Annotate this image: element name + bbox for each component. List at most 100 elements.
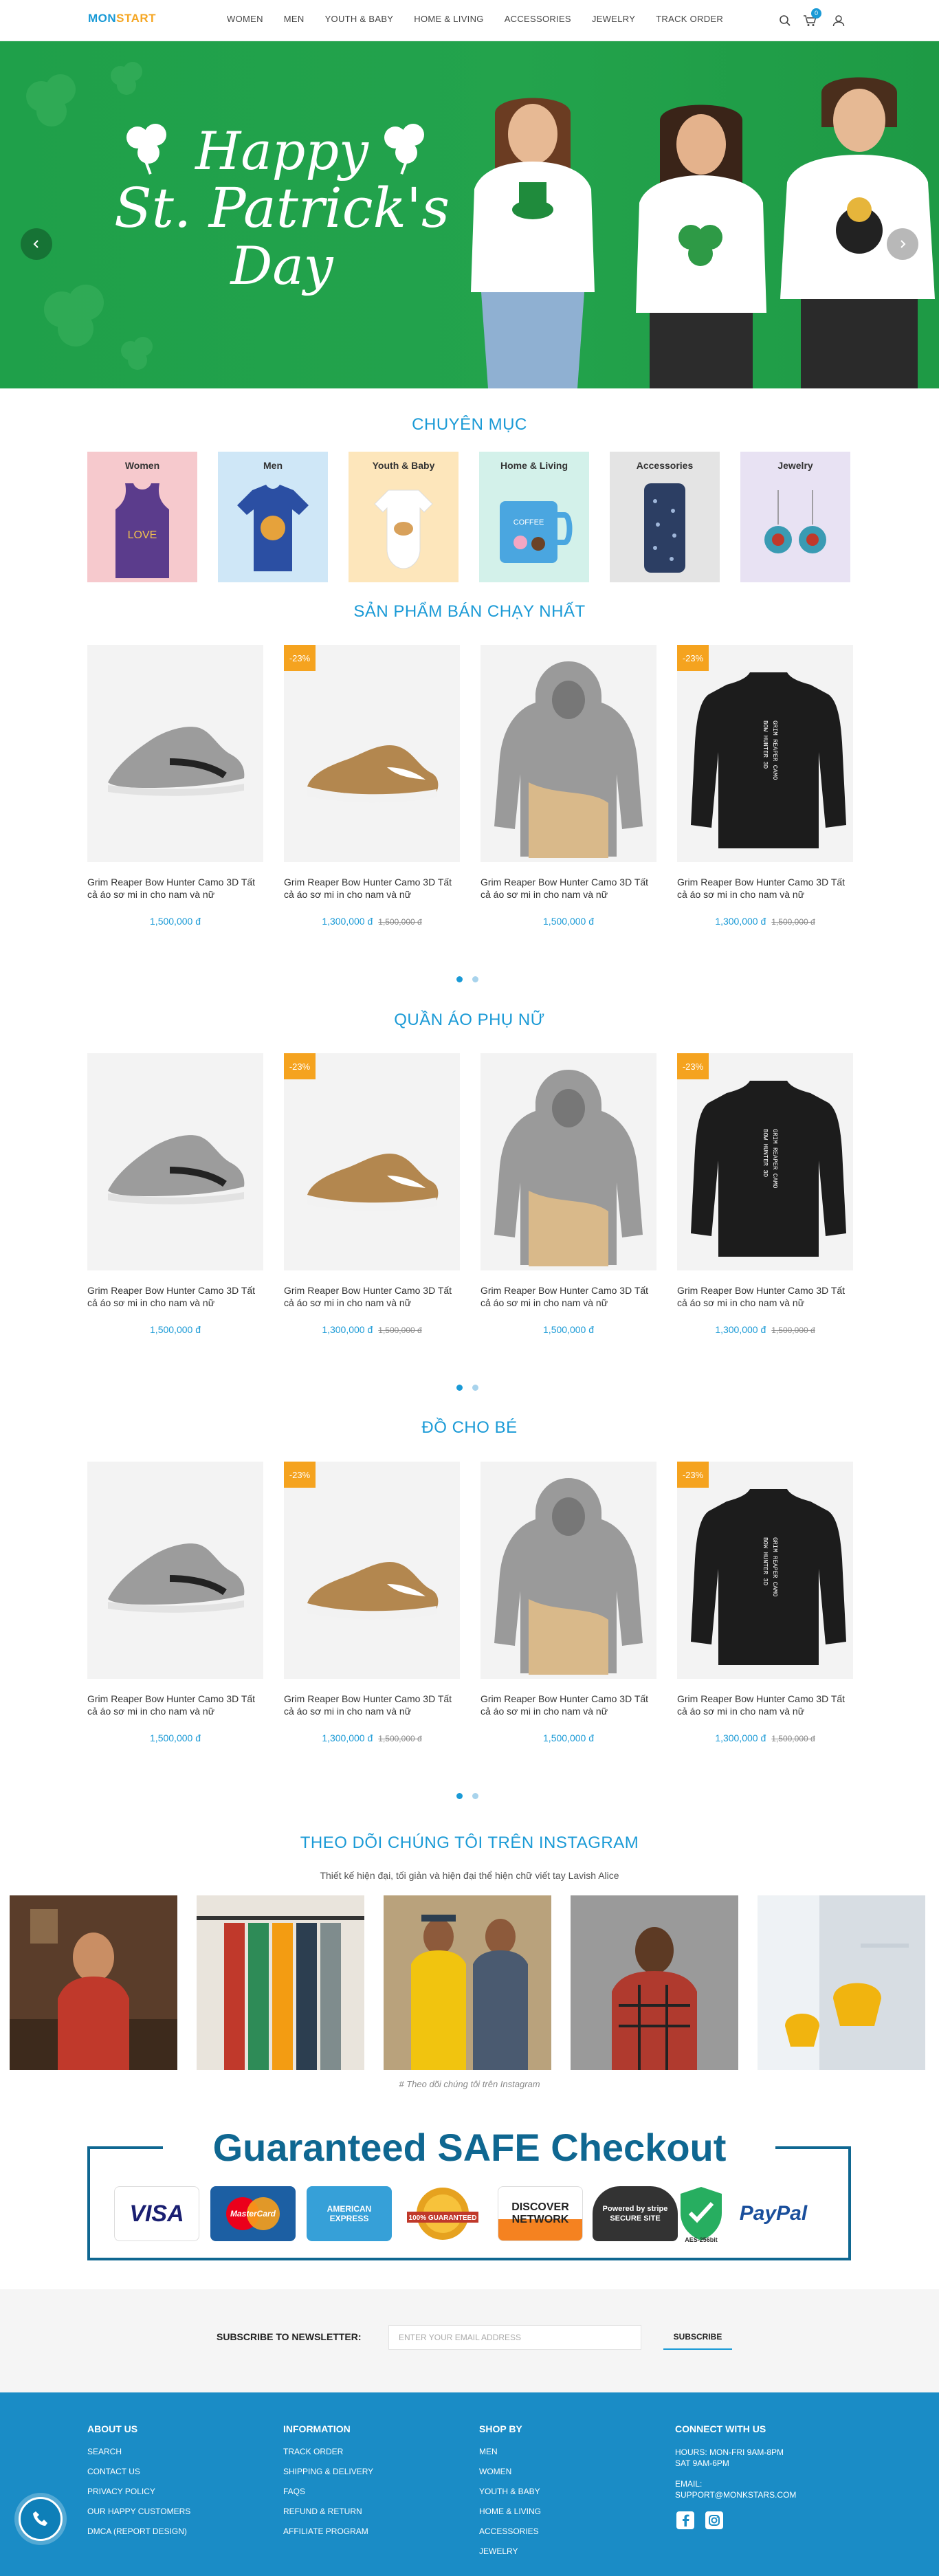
product-name[interactable]: Grim Reaper Bow Hunter Camo 3D Tất cả áo…	[480, 1693, 656, 1717]
facebook-icon[interactable]	[675, 2510, 696, 2531]
model-woman-1	[471, 98, 595, 388]
product-image[interactable]: GRIM REAPER CAMO BOW HUNTER 3D -23%	[677, 1462, 853, 1679]
carousel-dot[interactable]	[472, 1793, 478, 1799]
tshirt-image	[237, 485, 309, 571]
footer-link-refund[interactable]: REFUND & RETURN	[283, 2507, 373, 2516]
nav-jewelry[interactable]: JEWELRY	[592, 14, 635, 24]
product-card[interactable]: Grim Reaper Bow Hunter Camo 3D Tất cả áo…	[87, 1462, 263, 1743]
product-name[interactable]: Grim Reaper Bow Hunter Camo 3D Tất cả áo…	[677, 1284, 853, 1309]
product-image[interactable]: -23%	[284, 1462, 460, 1679]
product-image[interactable]	[87, 1462, 263, 1679]
carousel-dot-active[interactable]	[456, 1793, 463, 1799]
product-name[interactable]: Grim Reaper Bow Hunter Camo 3D Tất cả áo…	[480, 876, 656, 901]
old-price: 1,500,000 đ	[378, 1734, 422, 1743]
footer-link-youth-baby[interactable]: YOUTH & BABY	[479, 2487, 541, 2496]
product-card[interactable]: Grim Reaper Bow Hunter Camo 3D Tất cả áo…	[480, 1462, 656, 1743]
instagram-photo[interactable]	[571, 1895, 738, 2070]
hero-prev-arrow[interactable]	[21, 228, 52, 260]
instagram-photo[interactable]	[197, 1895, 364, 2070]
nav-home-living[interactable]: HOME & LIVING	[414, 14, 483, 24]
product-image[interactable]	[480, 645, 656, 862]
nav-youth-baby[interactable]: YOUTH & BABY	[325, 14, 394, 24]
carousel-dot-active[interactable]	[456, 976, 463, 982]
footer-link-track-order[interactable]: TRACK ORDER	[283, 2447, 373, 2456]
carousel-dot[interactable]	[472, 976, 478, 982]
instagram-photo[interactable]	[758, 1895, 925, 2070]
category-women[interactable]: Women LOVE	[87, 452, 197, 582]
page: MONSTART WOMEN MEN YOUTH & BABY HOME & L…	[0, 0, 939, 2576]
nav-women[interactable]: WOMEN	[227, 14, 263, 24]
nav-accessories[interactable]: ACCESSORIES	[505, 14, 571, 24]
category-home-living[interactable]: Home & Living COFFEE	[479, 452, 589, 582]
hero-next-arrow[interactable]	[887, 228, 918, 260]
footer-link-dmca[interactable]: DMCA (REPORT DESIGN)	[87, 2527, 190, 2536]
newsletter-label: SUBSCRIBE TO NEWSLETTER:	[217, 2331, 362, 2342]
current-price: 1,300,000 đ	[322, 1324, 373, 1335]
product-name[interactable]: Grim Reaper Bow Hunter Camo 3D Tất cả áo…	[284, 1284, 460, 1309]
category-jewelry[interactable]: Jewelry	[740, 452, 850, 582]
product-card[interactable]: -23% Grim Reaper Bow Hunter Camo 3D Tất c…	[284, 1462, 460, 1743]
instagram-photo[interactable]	[384, 1895, 551, 2070]
product-image[interactable]: GRIM REAPER CAMO BOW HUNTER 3D -23%	[677, 1053, 853, 1270]
nav-track-order[interactable]: TRACK ORDER	[656, 14, 723, 24]
product-card[interactable]: -23% Grim Reaper Bow Hunter Camo 3D Tất c…	[284, 645, 460, 927]
instagram-photo[interactable]	[10, 1895, 177, 2070]
instagram-icon[interactable]	[704, 2510, 725, 2531]
product-card[interactable]: -23% Grim Reaper Bow Hunter Camo 3D Tất c…	[284, 1053, 460, 1335]
product-image[interactable]	[87, 1053, 263, 1270]
current-price: 1,500,000 đ	[150, 1732, 201, 1743]
footer-link-privacy[interactable]: PRIVACY POLICY	[87, 2487, 190, 2496]
footer-link-accessories[interactable]: ACCESSORIES	[479, 2527, 541, 2536]
product-image[interactable]: GRIM REAPER CAMO BOW HUNTER 3D -23%	[677, 645, 853, 862]
category-youth-baby[interactable]: Youth & Baby	[349, 452, 459, 582]
user-icon[interactable]	[829, 11, 848, 30]
subscribe-button[interactable]: SUBSCRIBE	[663, 2325, 732, 2350]
product-name[interactable]: Grim Reaper Bow Hunter Camo 3D Tất cả áo…	[480, 1284, 656, 1309]
category-accessories[interactable]: Accessories	[610, 452, 720, 582]
product-image[interactable]	[480, 1053, 656, 1270]
product-image[interactable]	[480, 1462, 656, 1679]
cart-icon[interactable]: 0	[800, 8, 821, 30]
svg-text:GRIM REAPER CAMO: GRIM REAPER CAMO	[771, 1537, 778, 1596]
product-name[interactable]: Grim Reaper Bow Hunter Camo 3D Tất cả áo…	[677, 1693, 853, 1717]
footer-link-search[interactable]: SEARCH	[87, 2447, 190, 2456]
logo[interactable]: MONSTART	[88, 12, 156, 25]
product-name[interactable]: Grim Reaper Bow Hunter Camo 3D Tất cả áo…	[284, 876, 460, 901]
footer-link-jewelry[interactable]: JEWELRY	[479, 2546, 541, 2556]
phone-call-button[interactable]	[19, 2497, 63, 2541]
product-card[interactable]: Grim Reaper Bow Hunter Camo 3D Tất cả áo…	[87, 1053, 263, 1335]
product-card[interactable]: GRIM REAPER CAMO BOW HUNTER 3D -23% Grim Re…	[677, 1462, 853, 1743]
product-name[interactable]: Grim Reaper Bow Hunter Camo 3D Tất cả áo…	[87, 1284, 263, 1309]
product-card[interactable]: GRIM REAPER CAMO BOW HUNTER 3D -23% Grim Re…	[677, 1053, 853, 1335]
product-image[interactable]	[87, 645, 263, 862]
safe-checkout-title: Guaranteed SAFE Checkout	[212, 2126, 727, 2169]
nav-men[interactable]: MEN	[284, 14, 305, 24]
product-card[interactable]: Grim Reaper Bow Hunter Camo 3D Tất cả áo…	[480, 1053, 656, 1335]
carousel-dot[interactable]	[472, 1385, 478, 1391]
footer-link-contact[interactable]: CONTACT US	[87, 2467, 190, 2476]
footer-link-women[interactable]: WOMEN	[479, 2467, 541, 2476]
footer-link-faqs[interactable]: FAQS	[283, 2487, 373, 2496]
carousel-dot-active[interactable]	[456, 1385, 463, 1391]
footer-link-affiliate[interactable]: AFFILIATE PROGRAM	[283, 2527, 373, 2536]
product-price: 1,500,000 đ	[87, 1324, 263, 1335]
product-card[interactable]: Grim Reaper Bow Hunter Camo 3D Tất cả áo…	[480, 645, 656, 927]
footer-link-customers[interactable]: OUR HAPPY CUSTOMERS	[87, 2507, 190, 2516]
search-icon[interactable]	[775, 11, 795, 30]
product-name[interactable]: Grim Reaper Bow Hunter Camo 3D Tất cả áo…	[284, 1693, 460, 1717]
product-name[interactable]: Grim Reaper Bow Hunter Camo 3D Tất cả áo…	[677, 876, 853, 901]
category-men[interactable]: Men	[218, 452, 328, 582]
newsletter-email-input[interactable]	[388, 2325, 641, 2350]
product-image[interactable]: -23%	[284, 645, 460, 862]
footer-link-shipping[interactable]: SHIPPING & DELIVERY	[283, 2467, 373, 2476]
product-name[interactable]: Grim Reaper Bow Hunter Camo 3D Tất cả áo…	[87, 876, 263, 901]
product-card[interactable]: GRIM REAPER CAMO BOW HUNTER 3D -23% Grim Re…	[677, 645, 853, 927]
product-name[interactable]: Grim Reaper Bow Hunter Camo 3D Tất cả áo…	[87, 1693, 263, 1717]
footer-email[interactable]: SUPPORT@MONKSTARS.COM	[675, 2489, 796, 2500]
product-card[interactable]: Grim Reaper Bow Hunter Camo 3D Tất cả áo…	[87, 645, 263, 927]
product-image[interactable]: -23%	[284, 1053, 460, 1270]
product-price: 1,300,000 đ 1,500,000 đ	[284, 916, 460, 927]
footer-link-men[interactable]: MEN	[479, 2447, 541, 2456]
footer-link-home-living[interactable]: HOME & LIVING	[479, 2507, 541, 2516]
chevron-left-icon	[33, 240, 38, 248]
